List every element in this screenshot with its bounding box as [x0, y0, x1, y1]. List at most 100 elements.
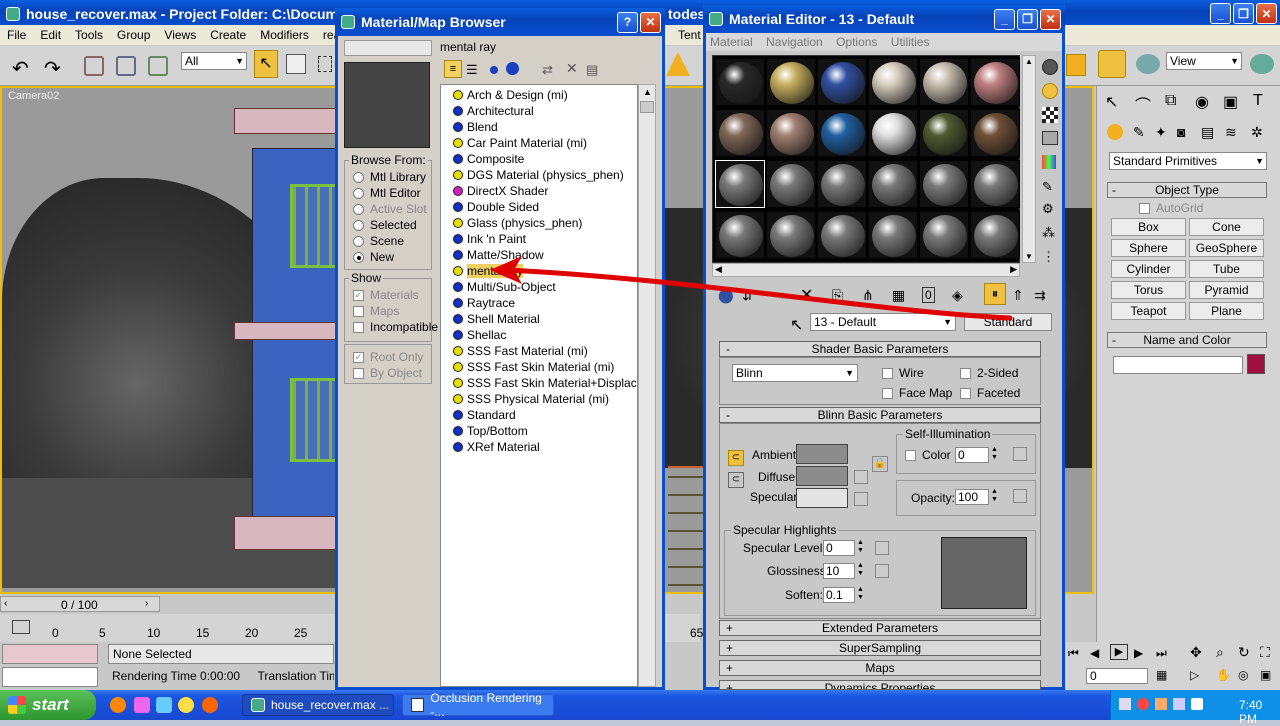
quick-launch-icon-3[interactable]	[156, 697, 172, 713]
main-maximize-button[interactable]: ❐	[1233, 3, 1254, 24]
hand-icon[interactable]: ✋	[1216, 668, 1231, 682]
teapot-icon[interactable]	[1136, 54, 1160, 74]
spinner-icon[interactable]: ▲ ▼	[991, 488, 998, 504]
shader-basic-rollout[interactable]: - Shader Basic Parameters	[719, 341, 1041, 357]
spec-level-map-button[interactable]	[875, 541, 889, 555]
shader-select[interactable]: Blinn ▼	[732, 364, 858, 382]
sample-slot[interactable]	[766, 58, 816, 106]
root-only-checkbox[interactable]: ✓ Root Only	[353, 349, 423, 365]
sample-slot[interactable]	[715, 160, 765, 208]
faceted-checkbox[interactable]: Faceted	[960, 385, 1020, 401]
chevron-right-icon[interactable]: ›	[145, 598, 148, 609]
editor-menu-options[interactable]: Options	[836, 35, 877, 49]
show-materials-checkbox[interactable]: ✓ Materials	[353, 287, 438, 303]
zoom-icon[interactable]: ⌕	[1216, 644, 1224, 661]
object-color-swatch[interactable]	[1247, 354, 1265, 374]
update-scene-icon[interactable]: ⇄	[542, 62, 553, 78]
undo-icon[interactable]: ↶	[12, 56, 29, 81]
select-by-name-icon[interactable]	[286, 54, 306, 74]
start-button[interactable]: start	[0, 690, 96, 720]
editor-maximize-button[interactable]: ❐	[1017, 8, 1038, 30]
taskbar-item-occlusion[interactable]: Occlusion Rendering -...	[402, 691, 554, 719]
view-list-icon[interactable]: ≡	[444, 60, 462, 78]
sample-type-icon[interactable]	[1042, 59, 1058, 75]
maximize-viewport-icon[interactable]: ⛶	[1260, 644, 1270, 661]
editor-menu-utilities[interactable]: Utilities	[891, 35, 930, 49]
sample-slot[interactable]	[715, 58, 765, 106]
slots-scrollbar[interactable]: ▲ ▼	[1022, 55, 1036, 263]
diffuse-swatch[interactable]	[796, 466, 848, 486]
menu-create[interactable]: Create	[203, 28, 253, 42]
list-scrollbar[interactable]: ▲	[638, 84, 656, 687]
spinner-icon[interactable]: ▲ ▼	[857, 562, 864, 578]
geosphere-button[interactable]: GeoSphere	[1189, 239, 1264, 257]
browser-close-button[interactable]: ✕	[640, 11, 661, 33]
walk-icon[interactable]: ▷	[1190, 668, 1199, 682]
material-list-item[interactable]: Double Sided	[441, 199, 637, 215]
sample-slots[interactable]	[712, 55, 1020, 263]
unlink-icon[interactable]	[116, 56, 136, 76]
time-config-icon[interactable]: ▦	[1156, 668, 1167, 682]
script-listener-box[interactable]	[2, 644, 98, 664]
bind-space-warp-icon[interactable]	[148, 56, 168, 76]
lock-ambient-icon[interactable]: ⊂	[728, 450, 744, 466]
radio-mtl-library[interactable]: Mtl Library	[353, 169, 427, 185]
editor-menu-navigation[interactable]: Navigation	[766, 35, 823, 49]
play-icon[interactable]: ▶	[1110, 644, 1128, 660]
material-navigator-icon[interactable]: ⋮	[1042, 249, 1055, 265]
glossiness-field[interactable]: 10	[823, 563, 855, 579]
quick-launch-icon-2[interactable]	[134, 697, 150, 713]
diffuse-map-button[interactable]	[854, 470, 868, 484]
opacity-value-field[interactable]: 100	[955, 489, 989, 505]
radio-selected[interactable]: Selected	[353, 217, 427, 233]
show-incompatible-checkbox[interactable]: Incompatible	[353, 319, 438, 335]
sample-slot[interactable]	[817, 58, 867, 106]
teapot-button[interactable]: Teapot	[1111, 302, 1186, 320]
ambient-swatch[interactable]	[796, 444, 848, 464]
sample-slot[interactable]	[766, 160, 816, 208]
spinner-icon[interactable]: ▲ ▼	[857, 539, 864, 555]
rect-select-icon[interactable]	[318, 56, 332, 72]
backlight-icon[interactable]	[1042, 83, 1058, 99]
blinn-basic-rollout[interactable]: - Blinn Basic Parameters	[719, 407, 1041, 423]
quick-launch-icon-4[interactable]	[178, 697, 194, 713]
cylinder-button[interactable]: Cylinder	[1111, 260, 1186, 278]
go-to-end-icon[interactable]: ⏭	[1156, 646, 1167, 661]
go-to-start-icon[interactable]: ⏮	[1068, 646, 1079, 661]
tray-icon-2[interactable]	[1137, 698, 1149, 710]
cameras-icon[interactable]: ◙	[1177, 124, 1185, 140]
material-list[interactable]: Arch & Design (mi) Architectural Blend Car …	[440, 84, 638, 687]
soften-field[interactable]: 0.1	[823, 587, 855, 603]
material-list-item[interactable]: SSS Fast Skin Material+Displace (mi	[441, 375, 637, 391]
material-list-item[interactable]: Arch & Design (mi)	[441, 87, 637, 103]
sphere-button[interactable]: Sphere	[1111, 239, 1186, 257]
self-illum-map-button[interactable]	[1013, 447, 1027, 461]
prev-frame-icon[interactable]: ◀	[1090, 646, 1099, 660]
sample-slot[interactable]	[868, 58, 918, 106]
taskbar-item-max[interactable]: house_recover.max ...	[242, 694, 394, 716]
scroll-thumb[interactable]	[640, 101, 654, 113]
editor-minimize-button[interactable]: _	[994, 8, 1015, 30]
lock-color-icon[interactable]: 🔒	[872, 456, 888, 472]
tray-icon-3[interactable]	[1155, 698, 1167, 710]
wire-checkbox[interactable]: Wire	[882, 365, 924, 381]
specular-map-button[interactable]	[854, 492, 868, 506]
main-minimize-button[interactable]: _	[1210, 3, 1231, 24]
make-preview-icon[interactable]: ✎	[1042, 179, 1053, 195]
sample-slot[interactable]	[868, 109, 918, 157]
create-tab-icon[interactable]: ↖	[1105, 92, 1118, 112]
material-list-item[interactable]: DirectX Shader	[441, 183, 637, 199]
by-object-checkbox[interactable]: By Object	[353, 365, 423, 381]
motion-tab-icon[interactable]: ◉	[1195, 92, 1209, 112]
show-maps-checkbox[interactable]: Maps	[353, 303, 438, 319]
specular-swatch[interactable]	[796, 488, 848, 508]
two-sided-checkbox[interactable]: 2-Sided	[960, 365, 1018, 381]
browser-help-button[interactable]: ?	[617, 11, 638, 33]
self-illum-color-checkbox[interactable]: Color	[905, 447, 951, 463]
radio-active-slot[interactable]: Active Slot	[353, 201, 427, 217]
material-list-item[interactable]: SSS Fast Skin Material (mi)	[441, 359, 637, 375]
sample-slot[interactable]	[868, 160, 918, 208]
material-list-item[interactable]: SSS Fast Material (mi)	[441, 343, 637, 359]
current-frame-field[interactable]: 0	[1086, 668, 1148, 684]
sample-slot[interactable]	[919, 109, 969, 157]
